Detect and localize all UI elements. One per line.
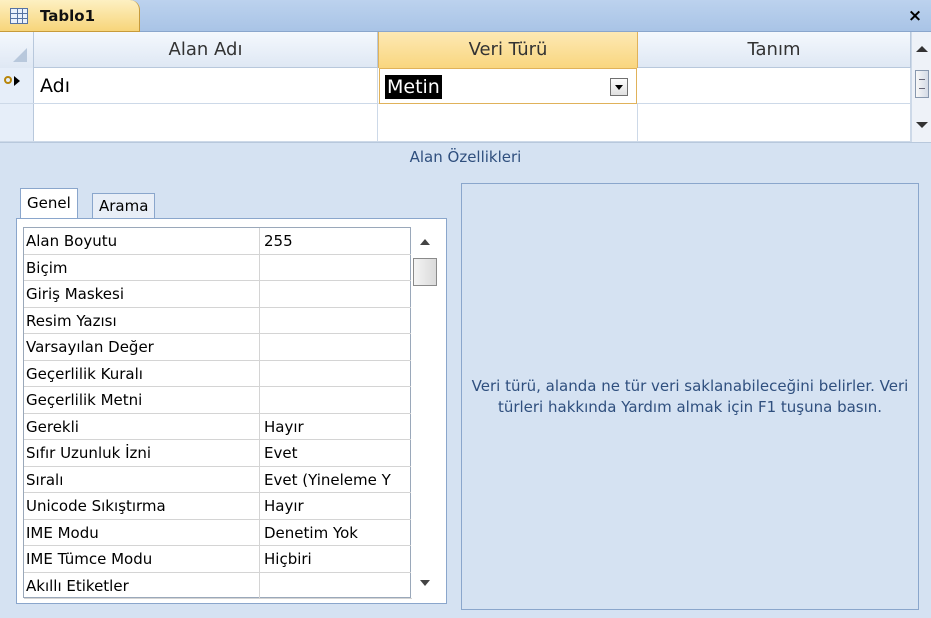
property-value[interactable] bbox=[260, 361, 412, 387]
properties-scrollbar[interactable] bbox=[411, 227, 439, 598]
property-name: Unicode Sıkıştırma bbox=[24, 493, 260, 519]
description-cell[interactable] bbox=[638, 104, 911, 141]
property-value[interactable] bbox=[260, 255, 412, 281]
tab-general[interactable]: Genel bbox=[20, 188, 78, 218]
property-row[interactable]: IME Tümce Modu Hiçbiri bbox=[24, 546, 412, 573]
field-name-cell[interactable] bbox=[34, 104, 378, 141]
property-value[interactable]: Evet bbox=[260, 440, 412, 466]
property-name: Biçim bbox=[24, 254, 260, 280]
tab-lookup[interactable]: Arama bbox=[92, 193, 156, 218]
property-row[interactable]: Gerekli Hayır bbox=[24, 413, 412, 440]
property-name: Geçerlilik Metni bbox=[24, 387, 260, 413]
property-row[interactable]: Giriş Maskesi bbox=[24, 281, 412, 308]
field-name-cell[interactable]: Adı bbox=[34, 68, 378, 103]
property-row[interactable]: Akıllı Etiketler bbox=[24, 572, 412, 599]
scroll-up-icon[interactable] bbox=[916, 46, 928, 52]
property-value[interactable] bbox=[260, 387, 412, 413]
scroll-down-icon[interactable] bbox=[420, 580, 430, 586]
column-header-data-type[interactable]: Veri Türü bbox=[378, 32, 638, 68]
column-header-description[interactable]: Tanım bbox=[638, 32, 911, 68]
property-value[interactable]: Hayır bbox=[260, 493, 412, 519]
property-name: Resim Yazısı bbox=[24, 307, 260, 333]
property-value[interactable]: Evet (Yineleme Y bbox=[260, 467, 412, 493]
document-tab-label: Tablo1 bbox=[40, 6, 96, 25]
help-text: Veri türü, alanda ne tür veri saklanabil… bbox=[471, 376, 909, 416]
scroll-up-icon[interactable] bbox=[420, 239, 430, 245]
grid-header: Alan Adı Veri Türü Tanım bbox=[0, 32, 911, 68]
property-value[interactable]: 255 bbox=[260, 228, 412, 254]
primary-key-icon bbox=[4, 75, 26, 93]
property-name: Geçerlilik Kuralı bbox=[24, 360, 260, 386]
property-row[interactable]: Varsayılan Değer bbox=[24, 334, 412, 361]
chevron-down-icon[interactable] bbox=[610, 78, 628, 96]
property-row[interactable]: Biçim bbox=[24, 254, 412, 281]
property-value[interactable] bbox=[260, 308, 412, 334]
properties-panel: Alan Boyutu 255 Biçim Giriş Maskesi Resim Ya… bbox=[16, 218, 447, 604]
property-row[interactable]: Resim Yazısı bbox=[24, 307, 412, 334]
help-panel: Veri türü, alanda ne tür veri saklanabil… bbox=[461, 183, 919, 610]
property-row[interactable]: Sıralı Evet (Yineleme Y bbox=[24, 466, 412, 493]
column-header-field-name[interactable]: Alan Adı bbox=[34, 32, 378, 68]
property-name: IME Modu bbox=[24, 519, 260, 545]
data-type-combobox[interactable]: Metin bbox=[379, 68, 637, 104]
property-name: Akıllı Etiketler bbox=[24, 572, 260, 598]
property-value[interactable] bbox=[260, 573, 412, 599]
table-row[interactable] bbox=[0, 104, 911, 142]
select-all-corner[interactable] bbox=[0, 32, 34, 68]
property-value[interactable] bbox=[260, 281, 412, 307]
field-properties-label: Alan Özellikleri bbox=[0, 142, 931, 170]
close-icon[interactable]: × bbox=[905, 6, 925, 26]
field-design-grid: Alan Adı Veri Türü Tanım Adı Metin bbox=[0, 32, 931, 142]
property-name: Alan Boyutu bbox=[24, 228, 260, 254]
property-row[interactable]: Unicode Sıkıştırma Hayır bbox=[24, 493, 412, 520]
document-tab-tablo1[interactable]: Tablo1 bbox=[0, 0, 140, 32]
property-value[interactable]: Denetim Yok bbox=[260, 520, 412, 546]
table-icon bbox=[10, 7, 28, 24]
row-selector[interactable] bbox=[0, 104, 34, 141]
properties-grid: Alan Boyutu 255 Biçim Giriş Maskesi Resim Ya… bbox=[23, 227, 412, 599]
property-row[interactable]: IME Modu Denetim Yok bbox=[24, 519, 412, 546]
property-row[interactable]: Geçerlilik Kuralı bbox=[24, 360, 412, 387]
property-row[interactable]: Geçerlilik Metni bbox=[24, 387, 412, 414]
scroll-thumb[interactable] bbox=[413, 258, 437, 286]
property-row[interactable]: Alan Boyutu 255 bbox=[24, 228, 412, 255]
scroll-thumb[interactable] bbox=[915, 70, 929, 98]
property-value[interactable] bbox=[260, 334, 412, 360]
document-tab-strip: Tablo1 × bbox=[0, 0, 931, 32]
property-name: IME Tümce Modu bbox=[24, 546, 260, 572]
scroll-down-icon[interactable] bbox=[916, 122, 928, 128]
description-cell[interactable] bbox=[638, 68, 911, 103]
property-name: Giriş Maskesi bbox=[24, 281, 260, 307]
table-row[interactable]: Adı Metin bbox=[0, 68, 911, 104]
data-type-value: Metin bbox=[385, 75, 442, 99]
property-name: Varsayılan Değer bbox=[24, 334, 260, 360]
property-name: Sıfır Uzunluk İzni bbox=[24, 440, 260, 466]
property-value[interactable]: Hiçbiri bbox=[260, 546, 412, 572]
property-name: Sıralı bbox=[24, 466, 260, 492]
property-value[interactable]: Hayır bbox=[260, 414, 412, 440]
row-selector[interactable] bbox=[0, 68, 34, 103]
property-name: Gerekli bbox=[24, 413, 260, 439]
data-type-cell[interactable] bbox=[378, 104, 638, 141]
grid-scrollbar[interactable] bbox=[911, 32, 931, 142]
property-row[interactable]: Sıfır Uzunluk İzni Evet bbox=[24, 440, 412, 467]
